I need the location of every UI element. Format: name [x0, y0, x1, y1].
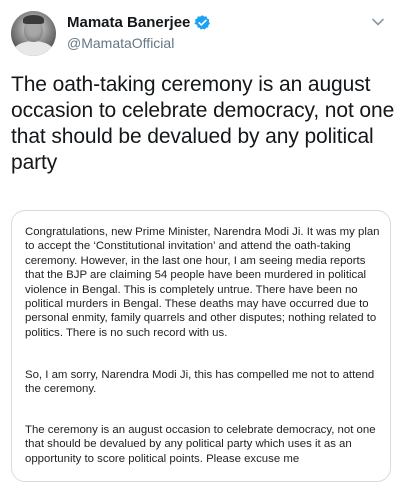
- author-display-name[interactable]: Mamata Banerjee: [67, 14, 190, 31]
- avatar[interactable]: [11, 11, 56, 56]
- statement-paragraph: The ceremony is an august occasion to ce…: [25, 424, 376, 465]
- tweet: Mamata Banerjee @MamataOfficial The oath…: [0, 0, 402, 486]
- attached-statement-image[interactable]: Congratulations, new Prime Minister, Nar…: [11, 210, 391, 482]
- avatar-shoulders: [13, 41, 54, 56]
- tweet-text: The oath-taking ceremony is an august oc…: [11, 73, 395, 174]
- statement-paragraph: So, I am sorry, Narendra Modi Ji, this h…: [25, 369, 375, 396]
- verified-badge-icon: [194, 14, 211, 31]
- author-handle[interactable]: @MamataOfficial: [67, 35, 174, 51]
- avatar-hair: [23, 15, 44, 24]
- author-name-row: Mamata Banerjee: [67, 12, 211, 32]
- statement-paragraph: Congratulations, new Prime Minister, Nar…: [25, 226, 380, 339]
- chevron-down-icon[interactable]: [370, 14, 386, 30]
